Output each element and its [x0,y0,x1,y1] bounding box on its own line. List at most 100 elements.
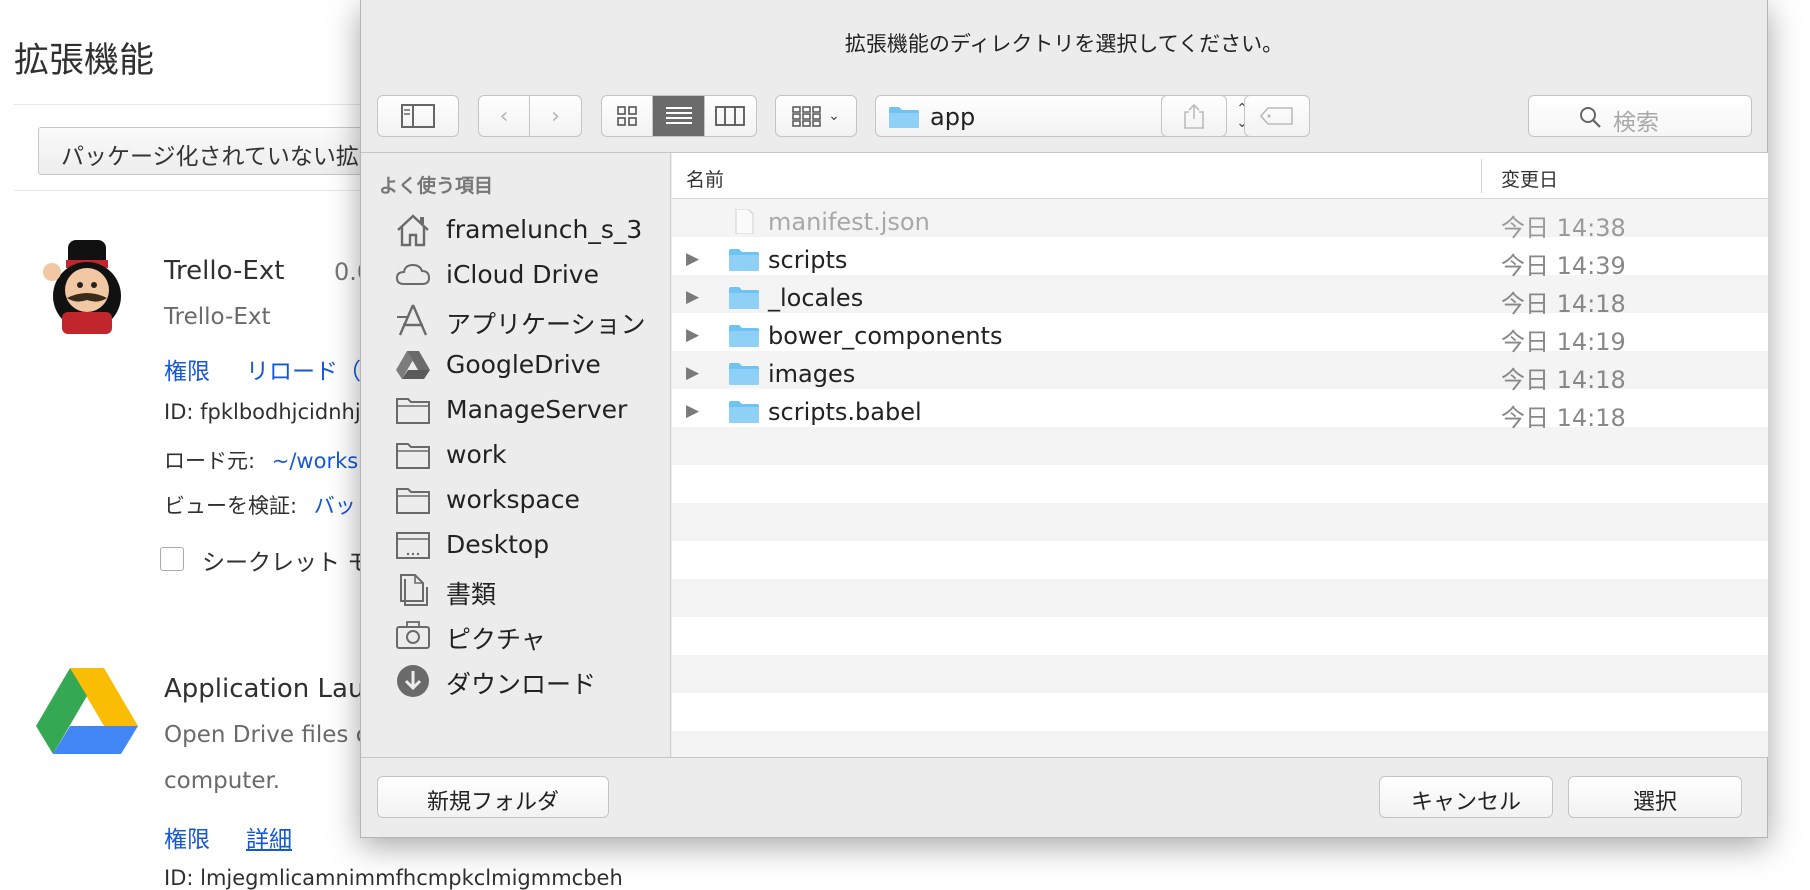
icon-view-button[interactable] [602,96,654,136]
folder-icon [396,398,430,424]
page-title: 拡張機能 [14,41,155,81]
file-date: 今日 14:18 [1501,366,1626,394]
sidebar-item-label: ピクチャ [446,625,546,654]
reload-link[interactable]: リロード（ [246,352,361,386]
extension-name: Application Laun [164,674,381,704]
tag-icon [1260,107,1293,125]
sidebar-section-label: よく使う項目 [379,175,494,197]
new-folder-button[interactable]: 新規フォルダ [377,776,609,818]
permissions-link[interactable]: 権限 [164,352,210,386]
sidebar-item-label: ダウンロード [446,670,597,699]
file-name: _locales [768,284,864,312]
disclosure-triangle-icon[interactable]: ▶ [686,325,699,345]
view-mode-group [601,95,757,137]
column-header-name[interactable]: 名前 [686,165,724,192]
back-button[interactable]: ‹ [479,96,531,136]
inspect-views-link[interactable]: バッ [314,494,356,518]
chevron-right-icon: › [551,103,560,129]
sidebar-item-pictures[interactable]: ピクチャ [361,610,670,660]
sidebar-item-label: work [446,440,507,469]
permissions-link[interactable]: 権限 [164,820,210,854]
sidebar-item-icloud[interactable]: iCloud Drive [361,250,670,300]
list-icon [665,107,692,124]
sidebar: よく使う項目 framelunch_s_3 iCloud Drive アプリケー… [361,153,671,757]
load-from-link[interactable]: ~/works [272,449,358,473]
details-link[interactable]: 詳細 [246,820,292,854]
cancel-button[interactable]: キャンセル [1379,776,1553,818]
search-icon [1580,107,1601,128]
file-row[interactable]: ▶ _locales 今日 14:18 [672,279,1768,318]
documents-icon [400,574,428,606]
folder-icon [729,363,759,385]
sidebar-item-home[interactable]: framelunch_s_3 [361,205,670,255]
file-row[interactable]: ▶ scripts.babel 今日 14:18 [672,393,1768,432]
arrange-button[interactable]: ⌄ [775,95,857,137]
disclosure-triangle-icon[interactable]: ▶ [686,249,699,269]
column-header-modified[interactable]: 変更日 [1501,165,1558,192]
google-drive-ext-icon [36,668,138,754]
folder-icon [889,107,919,128]
extension-id: ID: lmjegmlicamnimmfhcmpkclmigmmcbeh [164,866,623,890]
disclosure-triangle-icon[interactable]: ▶ [686,287,699,307]
tag-button[interactable] [1244,95,1310,137]
extension-description-cont: computer. [164,768,281,794]
search-placeholder: 検索 [1613,110,1659,136]
arrange-icon [792,106,821,127]
file-row[interactable]: ▶ scripts 今日 14:39 [672,241,1768,280]
row-stripe [672,503,1768,541]
back-forward-group: ‹ › [478,95,582,137]
sidebar-icon [401,104,435,128]
disclosure-triangle-icon[interactable]: ▶ [686,363,699,383]
file-row[interactable]: ▶ bower_components 今日 14:19 [672,317,1768,356]
load-unpacked-button[interactable]: パッケージ化されていない拡 [38,127,378,175]
chevron-down-icon: ⌄ [828,108,840,124]
folder-icon [729,401,759,423]
document-file-icon [735,209,754,234]
sidebar-item-label: GoogleDrive [446,350,601,379]
sidebar-item-downloads[interactable]: ダウンロード [361,655,670,705]
inspect-views-row: ビューを検証: バッ [164,490,356,520]
sidebar-item-label: iCloud Drive [446,260,599,289]
column-view-button[interactable] [705,96,756,136]
forward-button[interactable]: › [530,96,581,136]
select-button[interactable]: 選択 [1568,776,1742,818]
cloud-icon [395,263,431,285]
file-date: 今日 14:19 [1501,328,1626,356]
inspect-views-label: ビューを検証: [164,494,298,518]
google-drive-icon [396,351,430,379]
desktop-icon [396,532,430,559]
download-icon [397,665,429,697]
row-stripe [672,731,1768,757]
sidebar-item-desktop[interactable]: Desktop [361,520,670,570]
search-field[interactable]: 検索 [1528,95,1752,137]
file-date: 今日 14:38 [1501,214,1626,242]
file-row[interactable]: manifest.json 今日 14:38 [672,203,1768,242]
share-button[interactable] [1161,95,1227,137]
sidebar-item-workspace[interactable]: workspace [361,475,670,525]
divider [14,104,374,105]
sidebar-item-googledrive[interactable]: GoogleDrive [361,340,670,390]
camera-icon [396,621,430,649]
sidebar-item-applications[interactable]: アプリケーション [361,295,670,345]
sidebar-item-manageserver[interactable]: ManageServer [361,385,670,435]
sidebar-item-work[interactable]: work [361,430,670,480]
extension-description: Trello-Ext [164,304,271,330]
trello-ext-icon [43,240,121,334]
applications-icon [397,304,428,336]
sidebar-toggle-button[interactable] [377,95,459,137]
share-icon [1184,103,1204,129]
folder-icon [729,325,759,347]
incognito-checkbox[interactable] [160,547,184,571]
sidebar-item-label: ManageServer [446,395,628,424]
columns-icon [715,106,746,126]
home-icon [397,214,429,247]
divider [14,190,374,191]
disclosure-triangle-icon[interactable]: ▶ [686,401,699,421]
sidebar-item-label: アプリケーション [446,310,646,339]
file-date: 今日 14:18 [1501,404,1626,432]
column-separator[interactable] [1481,159,1482,193]
file-row[interactable]: ▶ images 今日 14:18 [672,355,1768,394]
folder-icon [729,287,759,309]
list-view-button[interactable] [653,96,705,136]
sidebar-item-documents[interactable]: 書類 [361,565,670,615]
